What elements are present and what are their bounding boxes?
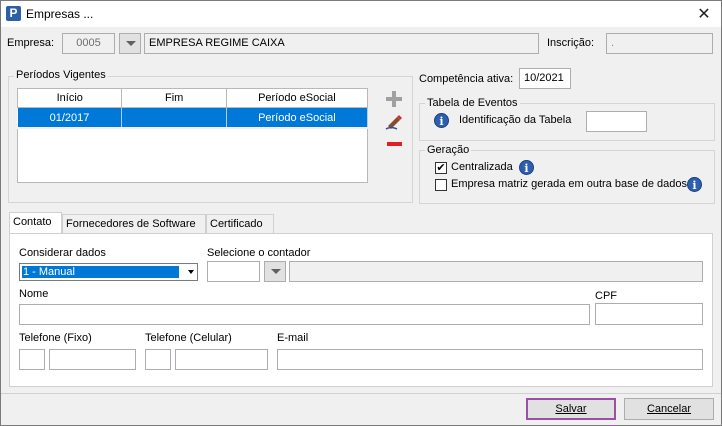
tab-fornecedores-software[interactable]: Fornecedores de Software	[62, 214, 206, 234]
column-header-periodo-esocial[interactable]: Período eSocial	[225, 88, 369, 108]
telefone-celular-ddd-field[interactable]	[145, 349, 171, 370]
cell-fim[interactable]	[121, 107, 227, 127]
competencia-field[interactable]: 10/2021	[519, 68, 571, 89]
inscricao-field: .	[606, 33, 713, 54]
empresa-code-field[interactable]: 0005	[62, 33, 115, 54]
telefone-fixo-number-field[interactable]	[49, 349, 136, 370]
centralizada-label: Centralizada	[451, 161, 513, 173]
cpf-label: CPF	[595, 290, 617, 302]
considerar-dados-label: Considerar dados	[19, 247, 106, 259]
empresa-dropdown-button[interactable]	[119, 33, 141, 54]
contador-name-field	[289, 261, 703, 282]
cpf-field[interactable]	[595, 303, 703, 325]
centralizada-checkbox[interactable]: ✔	[435, 162, 447, 174]
cancelar-button-label: Cancelar	[646, 403, 692, 415]
nome-field[interactable]	[19, 304, 590, 325]
geracao-group	[419, 150, 715, 204]
table-row[interactable]: 01/2017 Período eSocial	[17, 107, 369, 127]
telefone-celular-number-field[interactable]	[175, 349, 268, 370]
periodos-table: Início Fim Período eSocial 01/2017 Perío…	[16, 88, 369, 127]
cell-periodo-esocial[interactable]: Período eSocial	[226, 107, 369, 127]
title-bar: P Empresas ... ✕	[1, 1, 721, 27]
info-icon[interactable]: i	[434, 113, 449, 128]
email-field[interactable]	[277, 349, 703, 370]
remove-icon[interactable]	[387, 142, 402, 146]
edit-icon[interactable]	[385, 114, 403, 130]
empresas-window: P Empresas ... ✕ Empresa: 0005 EMPRESA R…	[0, 0, 722, 426]
contador-label: Selecione o contador	[207, 247, 311, 259]
geracao-title: Geração	[425, 144, 472, 156]
app-logo-icon: P	[6, 6, 21, 21]
email-label: E-mail	[277, 332, 309, 344]
considerar-dados-value: 1 - Manual	[22, 266, 179, 278]
periodos-vigentes-title: Períodos Vigentes	[14, 69, 108, 81]
salvar-button[interactable]: Salvar	[526, 398, 616, 420]
empresa-label: Empresa:	[7, 37, 55, 49]
empresa-matriz-label: Empresa matriz gerada em outra base de d…	[451, 178, 688, 190]
telefone-celular-label: Telefone (Celular)	[145, 332, 232, 344]
empresa-name-field: EMPRESA REGIME CAIXA	[144, 33, 539, 54]
footer-divider	[1, 393, 721, 394]
info-icon[interactable]: i	[519, 160, 534, 175]
close-icon[interactable]: ✕	[695, 4, 713, 24]
considerar-dados-select[interactable]: 1 - Manual	[19, 263, 198, 281]
tab-contato[interactable]: Contato	[9, 212, 62, 234]
tabela-eventos-title: Tabela de Eventos	[425, 97, 520, 109]
periodos-header-row: Início Fim Período eSocial	[16, 88, 369, 108]
inscricao-label: Inscrição:	[547, 37, 595, 49]
contador-dropdown-button[interactable]	[264, 261, 286, 282]
cell-inicio[interactable]: 01/2017	[17, 107, 123, 127]
identificacao-tabela-label: Identificação da Tabela	[459, 114, 572, 126]
salvar-button-label: Salvar	[555, 403, 587, 415]
identificacao-tabela-field[interactable]	[586, 111, 647, 132]
contador-code-field[interactable]	[207, 261, 260, 282]
window-title: Empresas ...	[26, 7, 94, 21]
telefone-fixo-label: Telefone (Fixo)	[19, 332, 92, 344]
telefone-fixo-ddd-field[interactable]	[19, 349, 45, 370]
tab-certificado[interactable]: Certificado	[206, 214, 274, 234]
chevron-down-icon	[188, 270, 194, 274]
column-header-fim[interactable]: Fim	[121, 88, 227, 108]
competencia-label: Competência ativa:	[419, 73, 514, 85]
empresa-matriz-checkbox[interactable]	[435, 179, 447, 191]
nome-label: Nome	[19, 288, 49, 300]
column-header-inicio[interactable]: Início	[16, 88, 123, 108]
cancelar-button[interactable]: Cancelar	[624, 398, 714, 420]
info-icon[interactable]: i	[687, 177, 702, 192]
periodos-table-empty-area	[17, 129, 368, 183]
add-icon[interactable]	[386, 91, 402, 107]
